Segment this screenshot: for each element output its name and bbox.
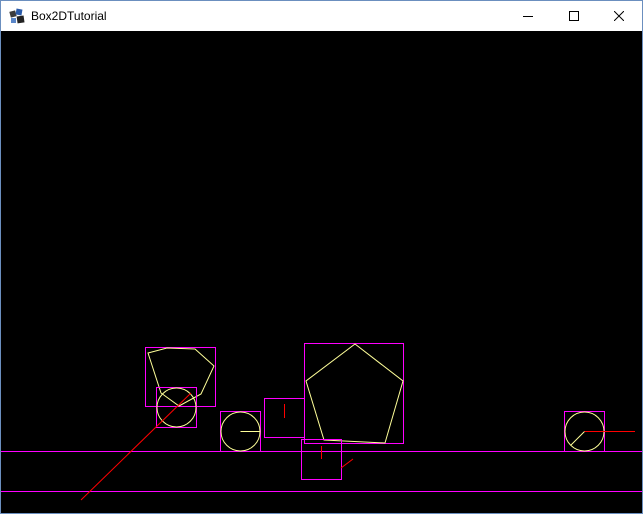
maximize-icon (569, 11, 579, 21)
pentagon-shape (305, 343, 404, 444)
minimize-button[interactable] (505, 1, 551, 31)
box-aabb (301, 439, 342, 480)
physics-canvas[interactable] (1, 31, 642, 513)
window-title: Box2DTutorial (31, 9, 107, 23)
contact-line (80, 392, 192, 501)
close-button[interactable] (596, 1, 642, 31)
close-icon (614, 11, 624, 21)
app-window: Box2DTutorial (0, 0, 643, 514)
pentagon-aabb (304, 343, 404, 444)
app-icon (9, 8, 26, 25)
sector-shape (147, 347, 215, 407)
minimize-icon (523, 16, 533, 17)
title-bar[interactable]: Box2DTutorial (1, 1, 642, 31)
contact-line (340, 458, 354, 469)
maximize-button[interactable] (551, 1, 597, 31)
debug-draw-layer (1, 343, 642, 501)
circle-radius-line (570, 431, 585, 446)
